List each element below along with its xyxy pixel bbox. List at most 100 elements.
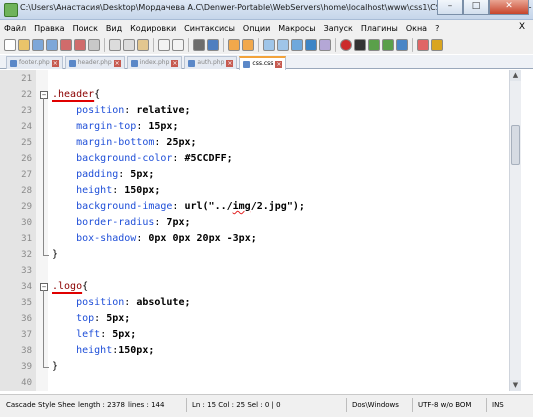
css-selector: .logo	[52, 281, 83, 292]
zoom-out-icon[interactable]	[242, 39, 254, 51]
file-tab[interactable]: header.php ×	[64, 56, 125, 69]
tab-label: auth.php	[197, 59, 225, 66]
wrap-icon[interactable]	[291, 39, 303, 51]
tab-close-icon[interactable]: ×	[226, 59, 234, 67]
replace-icon[interactable]	[207, 39, 219, 51]
undo-icon[interactable]	[158, 39, 170, 51]
record-macro-icon[interactable]	[340, 39, 352, 51]
code-line[interactable]: 36 top: 5px;	[0, 311, 520, 327]
cut-icon[interactable]	[109, 39, 121, 51]
indent-guide-icon[interactable]	[319, 39, 331, 51]
toolbar-separator	[335, 38, 336, 52]
close-file-icon[interactable]	[60, 39, 72, 51]
open-file-icon[interactable]	[18, 39, 30, 51]
line-number: 31	[21, 234, 32, 244]
code-line[interactable]: 38 height:150px;	[0, 343, 520, 359]
close-all-icon[interactable]	[74, 39, 86, 51]
play-macro-icon[interactable]	[368, 39, 380, 51]
css-property: top	[76, 313, 95, 324]
code-line[interactable]: 33	[0, 263, 520, 279]
code-editor[interactable]: 21 22− .header{23 position: relative; 24 ma…	[0, 70, 520, 391]
code-line[interactable]: 37 left: 5px;	[0, 327, 520, 343]
spellcheck-icon[interactable]	[417, 39, 429, 51]
stop-macro-icon[interactable]	[354, 39, 366, 51]
new-file-icon[interactable]	[4, 39, 16, 51]
scroll-down-arrow-icon[interactable]: ▼	[510, 380, 521, 391]
code-line[interactable]: 32}	[0, 247, 520, 263]
menu-item[interactable]: Окна	[402, 24, 431, 33]
tab-close-icon[interactable]: ×	[275, 60, 283, 68]
tab-close-icon[interactable]: ×	[171, 59, 179, 67]
sync-h-icon[interactable]	[277, 39, 289, 51]
code-line[interactable]: 39}	[0, 359, 520, 375]
redo-icon[interactable]	[172, 39, 184, 51]
menu-item[interactable]: Запуск	[320, 24, 357, 33]
tab-bar: footer.php × header.php × index.php × auth.php…	[0, 55, 533, 70]
close-button[interactable]: ✕	[489, 0, 529, 15]
tab-close-icon[interactable]: ×	[51, 59, 59, 67]
code-text: }	[52, 359, 58, 375]
fold-toggle-icon[interactable]: −	[40, 91, 48, 99]
paste-icon[interactable]	[137, 39, 149, 51]
menu-item[interactable]: Макросы	[274, 24, 319, 33]
status-eol: Dos\Windows	[352, 401, 399, 409]
code-text: padding: 5px;	[76, 169, 155, 180]
tab-close-icon[interactable]: ×	[113, 59, 121, 67]
vertical-scrollbar[interactable]: ▲ ▼	[509, 70, 521, 391]
code-line[interactable]: 24 margin-top: 15px;	[0, 119, 520, 135]
code-line[interactable]: 25 margin-bottom: 25px;	[0, 135, 520, 151]
save-icon[interactable]	[32, 39, 44, 51]
fold-toggle-icon[interactable]: −	[40, 283, 48, 291]
code-line[interactable]: 40	[0, 375, 520, 391]
code-line[interactable]: 21	[0, 71, 520, 87]
menu-item[interactable]: Опции	[239, 24, 274, 33]
menu-item[interactable]: Поиск	[69, 24, 102, 33]
css-property: margin-bottom	[76, 137, 155, 148]
file-tab[interactable]: footer.php ×	[6, 56, 63, 69]
menu-item[interactable]: Файл	[0, 24, 30, 33]
code-line[interactable]: 34− .logo{	[0, 279, 520, 295]
sync-v-icon[interactable]	[263, 39, 275, 51]
menu-item[interactable]: Плагины	[357, 24, 402, 33]
maximize-button[interactable]: □	[463, 0, 489, 15]
code-line[interactable]: 27 padding: 5px;	[0, 167, 520, 183]
file-icon	[10, 59, 17, 67]
css-property: margin-top	[76, 121, 137, 132]
code-line[interactable]: 31 box-shadow: 0px 0px 20px -3px;	[0, 231, 520, 247]
menu-item[interactable]: Правка	[30, 24, 68, 33]
plugin-icon[interactable]	[431, 39, 443, 51]
file-tab[interactable]: index.php ×	[126, 56, 183, 69]
minimize-button[interactable]: –	[437, 0, 463, 15]
find-icon[interactable]	[193, 39, 205, 51]
code-line[interactable]: 26 background-color: #5CCDFF;	[0, 151, 520, 167]
run-macro-multiple-icon[interactable]	[382, 39, 394, 51]
save-macro-icon[interactable]	[396, 39, 408, 51]
code-line[interactable]: 22− .header{	[0, 87, 520, 103]
close-document-button[interactable]: X	[519, 22, 525, 32]
save-all-icon[interactable]	[46, 39, 58, 51]
line-number: 35	[21, 298, 32, 308]
file-tab[interactable]: auth.php ×	[184, 56, 238, 69]
show-all-chars-icon[interactable]	[305, 39, 317, 51]
menu-item[interactable]: ?	[431, 24, 443, 33]
scroll-up-arrow-icon[interactable]: ▲	[510, 70, 521, 81]
zoom-in-icon[interactable]	[228, 39, 240, 51]
code-line[interactable]: 29 background-image: url("../img/2.jpg")…	[0, 199, 520, 215]
print-icon[interactable]	[88, 39, 100, 51]
code-line[interactable]: 23 position: relative;	[0, 103, 520, 119]
menu-item[interactable]: Кодировки	[126, 24, 180, 33]
code-line[interactable]: 28 height: 150px;	[0, 183, 520, 199]
file-tab[interactable]: css.css ×	[239, 56, 287, 70]
css-value: relative;	[136, 105, 191, 116]
scroll-thumb[interactable]	[511, 125, 520, 165]
css-value: 150px;	[124, 185, 161, 196]
copy-icon[interactable]	[123, 39, 135, 51]
code-line[interactable]: 35 position: absolute;	[0, 295, 520, 311]
toolbar-separator	[258, 38, 259, 52]
css-value-misspelled: img	[232, 201, 251, 212]
code-line[interactable]: 30 border-radius: 7px;	[0, 215, 520, 231]
menu-item[interactable]: Вид	[102, 24, 126, 33]
code-text: .logo{	[52, 279, 88, 295]
css-value: url("../	[184, 201, 233, 212]
menu-item[interactable]: Синтаксисы	[180, 24, 239, 33]
